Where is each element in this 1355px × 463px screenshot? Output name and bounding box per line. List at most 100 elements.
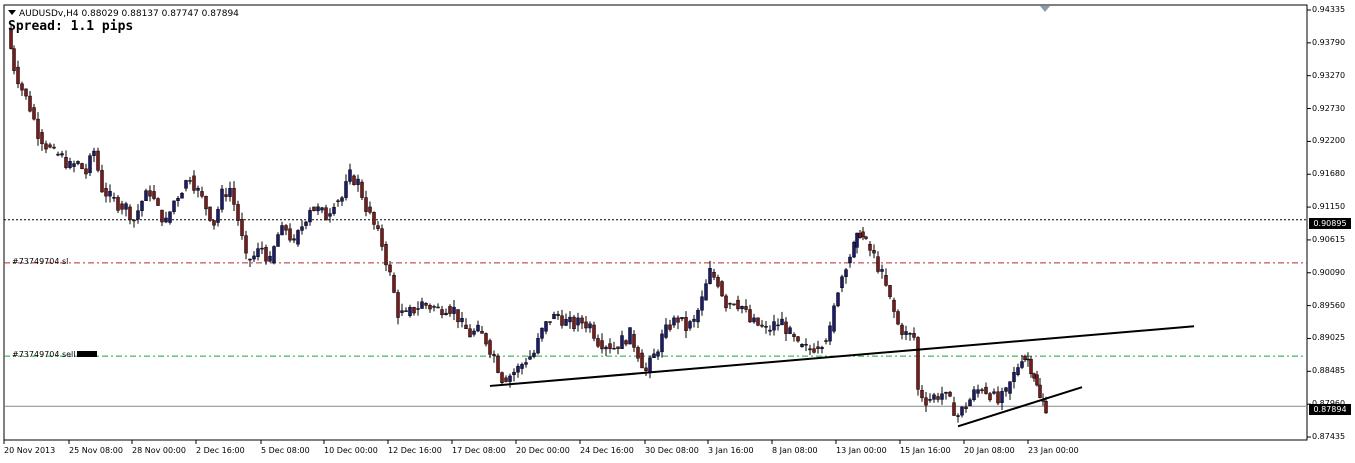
bear-candle xyxy=(388,264,392,273)
bear-candle xyxy=(352,175,356,185)
bear-candle xyxy=(724,295,728,309)
bear-candle xyxy=(208,206,212,221)
bear-candle xyxy=(224,194,228,197)
bear-candle xyxy=(892,299,896,312)
bear-candle xyxy=(492,354,496,356)
price-tick-label: 0.93790 xyxy=(1312,37,1346,47)
bear-candle xyxy=(500,372,504,383)
bull-candle xyxy=(92,150,96,156)
bull-candle xyxy=(76,161,80,164)
bull-candle xyxy=(552,313,556,320)
bull-candle xyxy=(788,327,792,334)
bull-candle xyxy=(60,153,64,156)
bear-candle xyxy=(128,206,132,221)
bull-candle xyxy=(708,268,712,284)
bear-candle xyxy=(748,309,752,323)
bear-candle xyxy=(160,209,164,223)
price-tick-label: 0.87435 xyxy=(1312,432,1346,441)
bull-candle xyxy=(740,306,744,310)
bull-candle xyxy=(820,347,824,349)
bear-candle xyxy=(100,170,104,193)
bear-candle xyxy=(912,333,916,338)
bull-candle xyxy=(808,348,812,351)
bear-candle xyxy=(596,338,600,347)
time-tick-label: 10 Dec 00:00 xyxy=(324,446,378,455)
bear-candle xyxy=(24,88,28,97)
price-tick-label: 0.93270 xyxy=(1312,70,1346,80)
bear-candle xyxy=(380,228,384,247)
bear-candle xyxy=(80,163,84,170)
bull-candle xyxy=(1012,372,1016,382)
sell-order-label[interactable]: #73749704 sell xyxy=(12,350,97,359)
bear-candle xyxy=(132,219,136,222)
bull-candle xyxy=(904,331,908,335)
bear-candle xyxy=(20,83,24,91)
price-tick-label: 0.90090 xyxy=(1312,267,1346,277)
bull-candle xyxy=(280,225,284,236)
bear-candle xyxy=(424,303,428,306)
bull-candle xyxy=(408,307,412,316)
sl-order-label[interactable]: #73749704 sl xyxy=(12,257,68,266)
bull-candle xyxy=(660,333,664,353)
chart-window[interactable]: AUDUSDv,H4 0.88029 0.88137 0.87747 0.878… xyxy=(0,0,1355,463)
bear-candle xyxy=(560,315,564,326)
bear-candle xyxy=(204,195,208,210)
bull-candle xyxy=(356,178,360,185)
bear-candle xyxy=(56,153,60,156)
bear-candle xyxy=(436,306,440,309)
time-tick-label: 17 Dec 08:00 xyxy=(452,446,506,455)
bull-candle xyxy=(940,393,944,400)
bear-candle xyxy=(236,204,240,221)
bull-candle xyxy=(532,352,536,357)
bull-candle xyxy=(752,317,756,323)
bull-candle xyxy=(688,321,692,329)
price-tick-label: 0.88485 xyxy=(1312,366,1346,376)
bull-candle xyxy=(340,197,344,202)
bear-candle xyxy=(716,277,720,287)
bull-candle xyxy=(176,197,180,202)
bear-candle xyxy=(868,244,872,251)
bull-candle xyxy=(172,200,176,212)
bull-candle xyxy=(520,364,524,369)
chart-shift-marker-icon[interactable] xyxy=(1040,6,1050,12)
bull-candle xyxy=(304,221,308,226)
bull-candle xyxy=(564,318,568,326)
bull-candle xyxy=(168,211,172,223)
bull-candle xyxy=(416,308,420,310)
bull-candle xyxy=(840,276,844,288)
bull-candle xyxy=(544,321,548,332)
bear-candle xyxy=(428,305,432,310)
chart-plot[interactable] xyxy=(0,0,1355,463)
bull-candle xyxy=(344,181,348,198)
bear-candle xyxy=(364,197,368,212)
bull-candle xyxy=(672,317,676,326)
bear-candle xyxy=(861,231,865,238)
bear-candle xyxy=(488,340,492,355)
bear-candle xyxy=(636,347,640,359)
bear-candle xyxy=(816,346,820,349)
bull-candle xyxy=(536,338,540,354)
bull-candle xyxy=(476,324,480,332)
dropdown-triangle-icon[interactable] xyxy=(8,10,16,15)
bull-candle xyxy=(220,188,224,210)
bull-candle xyxy=(628,327,632,345)
bear-candle xyxy=(148,190,152,197)
bull-candle xyxy=(836,292,840,307)
bear-candle xyxy=(592,324,596,339)
chart-header: AUDUSDv,H4 0.88029 0.88137 0.87747 0.878… xyxy=(8,9,239,19)
bull-candle xyxy=(256,248,260,257)
bear-candle xyxy=(504,377,508,382)
bear-candle xyxy=(240,219,244,236)
bear-candle xyxy=(448,306,452,314)
sell-order-text: #73749704 sell xyxy=(12,350,76,359)
time-tick-label: 2 Dec 16:00 xyxy=(196,446,245,455)
price-tick-label: 0.89560 xyxy=(1312,300,1346,310)
bear-candle xyxy=(16,66,20,85)
time-tick-label: 12 Dec 16:00 xyxy=(388,446,442,455)
time-tick-label: 15 Jan 16:00 xyxy=(900,446,951,455)
bear-candle xyxy=(872,250,876,254)
bear-candle xyxy=(924,397,928,406)
bear-candle xyxy=(368,206,372,213)
bear-candle xyxy=(360,181,364,198)
bear-candle xyxy=(464,324,468,329)
